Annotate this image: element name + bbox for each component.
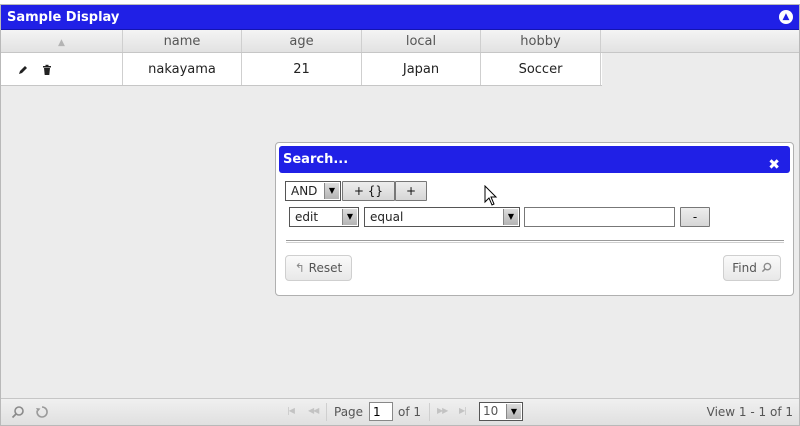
rule-field-select[interactable]: edit ▼ [289,207,359,227]
group-operator-select[interactable]: AND ▼ [285,181,341,201]
refresh-icon[interactable] [35,405,49,419]
grid-caption: Sample Display ▲ [1,5,799,30]
chevron-down-icon: ▼ [324,183,339,199]
prev-page-icon[interactable]: ◀◀ [308,406,319,415]
find-button[interactable]: Find [723,255,781,281]
rule-field-value: edit [295,210,319,224]
view-records-text: View 1 - 1 of 1 [706,405,793,419]
search-dialog-title: Search... [283,152,349,167]
chevron-down-icon: ▼ [503,209,518,225]
reset-label: Reset [308,261,343,275]
dialog-divider [286,240,784,243]
cell-age: 21 [242,53,362,85]
pager-bar: |◀ ◀◀ Page of 1 ▶▶ ▶| 10 ▼ View 1 - 1 of… [1,398,799,425]
first-page-icon[interactable]: |◀ [287,406,295,415]
search-dialog: Search... ✖ AND ▼ + {} + edit ▼ equal ▼ … [275,142,794,296]
rows-per-page-select[interactable]: 10 ▼ [479,402,523,421]
page-total-label: of 1 [398,405,422,419]
rule-value-input[interactable] [524,207,675,227]
add-rule-button[interactable]: + [395,181,427,201]
find-label: Find [732,261,757,275]
rule-operator-select[interactable]: equal ▼ [364,207,520,227]
add-group-button[interactable]: + {} [342,181,395,201]
next-page-icon[interactable]: ▶▶ [437,406,448,415]
close-icon[interactable]: ✖ [768,152,780,179]
page-label: Page [334,405,364,419]
page-number-input[interactable] [369,402,393,421]
chevron-down-icon: ▼ [342,209,357,225]
delete-trash-icon[interactable] [41,64,53,76]
column-header-age[interactable]: age [242,30,362,52]
last-page-icon[interactable]: ▶| [459,406,467,415]
cell-name: nakayama [123,53,242,85]
pager-separator [429,403,430,421]
grid-title: Sample Display [7,10,120,25]
mouse-cursor-icon [484,185,498,206]
remove-rule-button[interactable]: - [680,207,710,227]
column-header-name[interactable]: name [123,30,242,52]
pager-separator [326,403,327,421]
column-header-hobby[interactable]: hobby [481,30,601,52]
search-dialog-header: Search... ✖ [279,146,790,173]
edit-pencil-icon[interactable] [17,64,29,76]
search-icon[interactable] [11,405,25,419]
row-actions [1,53,123,85]
column-header-row: ▲ name age local hobby [1,30,799,53]
rows-per-page-value: 10 [483,404,499,418]
undo-icon: ↰ [294,261,305,275]
chevron-down-icon: ▼ [506,404,521,419]
cell-local: Japan [362,53,481,85]
sort-icon: ▲ [58,38,65,48]
table-row[interactable]: nakayama 21 Japan Soccer [1,53,602,86]
cell-hobby: Soccer [481,53,601,85]
group-operator-value: AND [291,184,318,198]
search-icon [761,262,772,273]
reset-button[interactable]: ↰ Reset [285,255,352,281]
collapse-toggle-icon[interactable]: ▲ [779,10,793,24]
column-header-actions[interactable]: ▲ [1,30,123,52]
rule-operator-value: equal [370,210,404,224]
column-header-local[interactable]: local [362,30,481,52]
